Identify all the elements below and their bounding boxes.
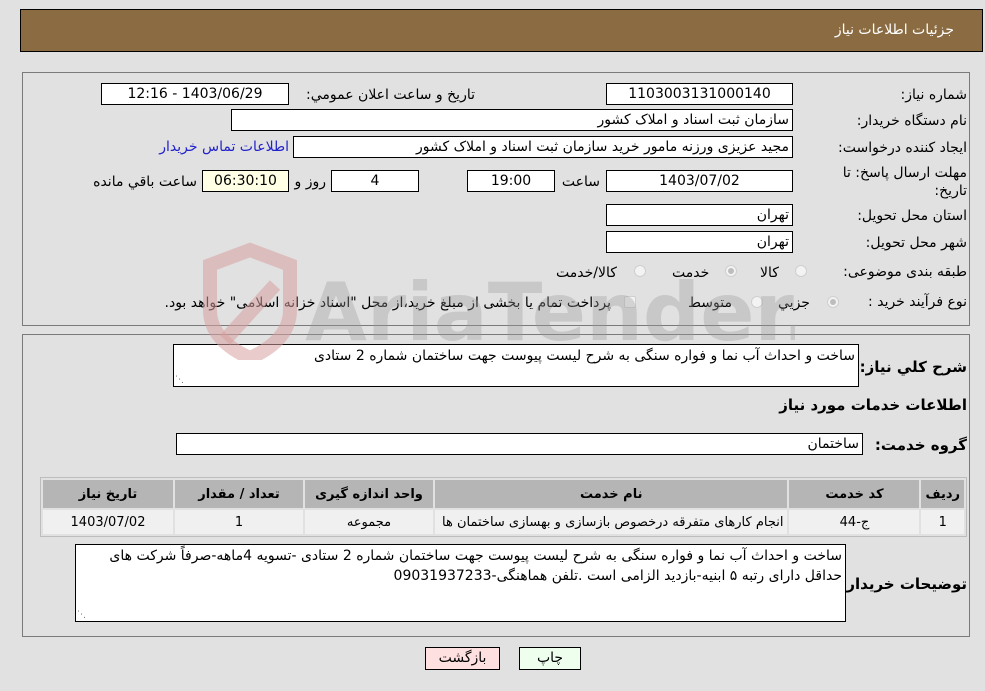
col-service-code: کد خدمت	[789, 480, 920, 508]
cell-quantity: 1	[175, 510, 303, 534]
process-option-small: جزيي	[778, 295, 810, 311]
category-option-service: خدمت	[672, 265, 710, 281]
process-label: نوع فرآیند خرید :	[868, 294, 967, 310]
category-option-goods-service: کالا/خدمت	[556, 265, 617, 281]
remaining-label: ساعت باقي مانده	[93, 174, 197, 190]
process-radio-small[interactable]	[827, 296, 839, 308]
summary-textarea[interactable]: ساخت و احداث آب نما و فواره سنگی به شرح …	[173, 344, 859, 387]
back-button[interactable]: بازگشت	[425, 647, 500, 670]
category-radio-service[interactable]	[725, 265, 737, 277]
services-table: رديف کد خدمت نام خدمت واحد اندازه گیری ت…	[40, 477, 967, 537]
category-radio-goods-service[interactable]	[634, 265, 646, 277]
buyer-org-field[interactable]: سازمان ثبت اسناد و املاک کشور	[231, 109, 793, 131]
city-field[interactable]: تهران	[606, 231, 793, 253]
process-radio-medium[interactable]	[751, 296, 763, 308]
creator-label: ایجاد کننده درخواست:	[838, 140, 967, 156]
service-group-field[interactable]: ساختمان	[176, 433, 863, 455]
days-label: روز و	[294, 174, 327, 190]
table-header-row: رديف کد خدمت نام خدمت واحد اندازه گیری ت…	[43, 480, 964, 508]
col-row-number: رديف	[921, 480, 964, 508]
province-label: استان محل تحویل:	[857, 208, 967, 224]
print-button[interactable]: چاپ	[519, 647, 581, 670]
buyer-notes-label: توضیحات خریدار:	[840, 575, 967, 593]
remaining-time-field[interactable]: 06:30:10	[202, 170, 289, 192]
deadline-date-field[interactable]: 1403/07/02	[606, 170, 793, 192]
service-group-label: گروه خدمت:	[874, 436, 967, 454]
announce-datetime-field[interactable]: 1403/06/29 - 12:16	[101, 83, 289, 105]
col-need-date: تاریخ نیاز	[43, 480, 173, 508]
col-quantity: تعداد / مقدار	[175, 480, 303, 508]
summary-label: شرح کلي نياز:	[859, 358, 967, 376]
remaining-days-field[interactable]: 4	[331, 170, 419, 192]
need-number-field[interactable]: 1103003131000140	[606, 83, 793, 105]
page-title: جزئیات اطلاعات نیاز	[834, 22, 954, 38]
category-option-goods: کالا	[760, 265, 779, 281]
page-header: جزئیات اطلاعات نیاز	[20, 9, 983, 52]
deadline-time-field[interactable]: 19:00	[467, 170, 555, 192]
creator-field[interactable]: مجید عزیزی ورزنه مامور خرید سازمان ثبت ا…	[293, 136, 793, 158]
buyer-notes-textarea[interactable]: ساخت و احداث آب نما و فواره سنگی به شرح …	[75, 544, 846, 622]
deadline-label: مهلت ارسال پاسخ: تا تاریخ:	[842, 165, 967, 199]
city-label: شهر محل تحویل:	[865, 235, 967, 251]
summary-text: ساخت و احداث آب نما و فواره سنگی به شرح …	[313, 348, 855, 364]
col-unit: واحد اندازه گیری	[305, 480, 433, 508]
services-section-title: اطلاعات خدمات مورد نياز	[779, 396, 967, 414]
category-label: طبقه بندی موضوعی:	[843, 264, 967, 280]
buyer-notes-text: ساخت و احداث آب نما و فواره سنگی به شرح …	[109, 548, 842, 584]
process-option-medium: متوسط	[688, 295, 732, 311]
treasury-note: پرداخت تمام یا بخشی از مبلغ خرید،از محل …	[164, 295, 611, 311]
treasury-checkbox[interactable]	[624, 296, 636, 308]
announce-label: تاریخ و ساعت اعلان عمومي:	[306, 87, 475, 103]
resize-grip-icon[interactable]: ⋰	[175, 376, 184, 385]
deadline-time-label: ساعت	[561, 174, 600, 190]
cell-row-number: 1	[921, 510, 964, 534]
resize-grip-icon[interactable]: ⋰	[77, 611, 86, 620]
category-radio-goods[interactable]	[795, 265, 807, 277]
buyer-org-label: نام دستگاه خريدار:	[856, 113, 967, 129]
cell-need-date: 1403/07/02	[43, 510, 173, 534]
col-service-name: نام خدمت	[435, 480, 788, 508]
need-number-label: شماره نیاز:	[900, 87, 968, 103]
cell-service-name: انجام کارهای متفرقه درخصوص بازسازی و بهس…	[435, 510, 788, 534]
buyer-contact-link[interactable]: اطلاعات تماس خریدار	[159, 139, 289, 155]
table-row: 1 ج-44 انجام کارهای متفرقه درخصوص بازساز…	[43, 510, 964, 534]
cell-service-code: ج-44	[789, 510, 920, 534]
cell-unit: مجموعه	[305, 510, 433, 534]
province-field[interactable]: تهران	[606, 204, 793, 226]
